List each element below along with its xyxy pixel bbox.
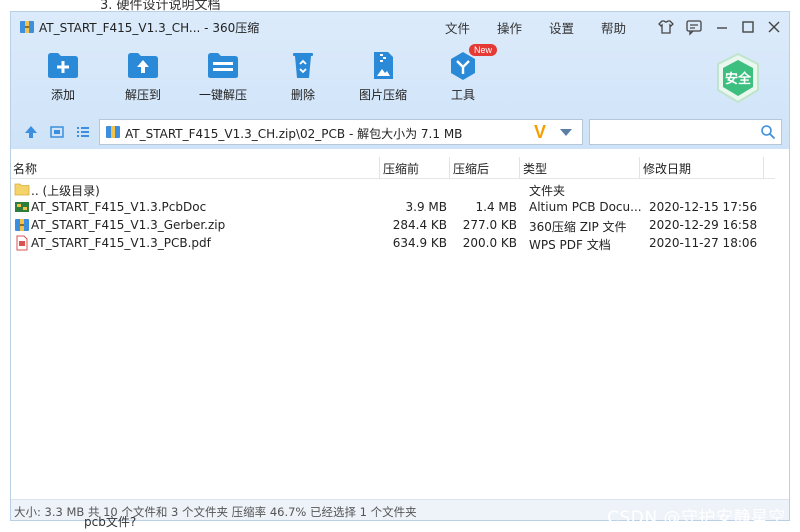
path-text: AT_START_F415_V1.3_CH.zip\02_PCB - 解包大小为… xyxy=(125,127,463,141)
file-type: Altium PCB Docu... xyxy=(529,200,642,214)
file-size-after: 1.4 MB xyxy=(475,200,517,214)
file-size-before: 284.4 KB xyxy=(392,218,447,232)
menu-help[interactable]: 帮助 xyxy=(601,18,626,37)
add-icon xyxy=(48,53,78,78)
main-toolbar: 添加 解压到 一键解压 删除 图片压缩 New 工具 安全 xyxy=(11,44,789,112)
file-date: 2020-12-29 16:58 xyxy=(649,218,758,232)
safe-label: 安全 xyxy=(725,71,752,87)
list-item[interactable]: AT_START_F415_V1.3_Gerber.zip 284.4 KB 2… xyxy=(11,216,789,234)
file-name: AT_START_F415_V1.3_Gerber.zip xyxy=(31,218,226,232)
column-header-row: 名称 压缩前 压缩后 类型 修改日期 xyxy=(11,157,789,179)
file-list: .. (上级目录) 文件夹 AT_START_F415_V1.3.PcbDoc … xyxy=(11,180,789,252)
path-field[interactable]: AT_START_F415_V1.3_CH.zip\02_PCB - 解包大小为… xyxy=(99,119,583,145)
one-click-extract-label: 一键解压 xyxy=(198,88,247,102)
menu-settings[interactable]: 设置 xyxy=(549,18,574,37)
new-badge: New xyxy=(469,44,498,56)
extract-to-label: 解压到 xyxy=(124,88,161,102)
file-type: 文件夹 xyxy=(529,184,566,198)
path-dropdown-icon[interactable] xyxy=(560,129,572,136)
search-icon[interactable] xyxy=(760,124,776,140)
file-size-before: 634.9 KB xyxy=(392,236,447,250)
column-divider[interactable] xyxy=(639,157,640,179)
zip-archive-icon xyxy=(106,126,120,138)
list-item[interactable]: AT_START_F415_V1.3_PCB.pdf 634.9 KB 200.… xyxy=(11,234,789,252)
window-title: AT_START_F415_V1.3_CH... - 360压缩 xyxy=(39,21,260,35)
file-size-after: 277.0 KB xyxy=(462,218,517,232)
extract-to-button[interactable]: 解压到 xyxy=(103,46,183,112)
file-size-before: 3.9 MB xyxy=(405,200,447,214)
pdf-file-icon xyxy=(16,235,28,251)
minimize-icon[interactable] xyxy=(713,18,731,36)
safe-shield-icon[interactable]: 安全 xyxy=(713,52,763,104)
file-type: WPS PDF 文档 xyxy=(529,238,611,252)
menu-operation[interactable]: 操作 xyxy=(497,18,522,37)
file-size-after: 200.0 KB xyxy=(462,236,517,250)
column-divider[interactable] xyxy=(519,157,520,179)
maximize-icon[interactable] xyxy=(739,18,757,36)
watermark: CSDN @守护安静星空 xyxy=(607,508,786,528)
column-modified[interactable]: 修改日期 xyxy=(643,160,691,177)
column-divider[interactable] xyxy=(763,157,764,179)
list-view-icon[interactable] xyxy=(75,124,91,140)
archive-window: AT_START_F415_V1.3_CH... - 360压缩 文件 操作 设… xyxy=(10,11,790,521)
thumbnail-view-icon[interactable] xyxy=(49,124,65,140)
file-date: 2020-12-15 17:56 xyxy=(649,200,758,214)
column-size-after[interactable]: 压缩后 xyxy=(453,160,489,177)
one-click-extract-button[interactable]: 一键解压 xyxy=(183,46,263,112)
column-type[interactable]: 类型 xyxy=(523,160,547,177)
menu-file[interactable]: 文件 xyxy=(445,18,470,37)
background-document-text: pcb文件? xyxy=(84,515,137,529)
search-input[interactable] xyxy=(589,119,782,145)
column-divider[interactable] xyxy=(449,157,450,179)
verified-icon[interactable]: V xyxy=(534,122,546,143)
add-label: 添加 xyxy=(50,88,75,102)
file-type: 360压缩 ZIP 文件 xyxy=(529,220,627,234)
pcb-file-icon xyxy=(15,202,29,212)
vertical-scrollbar[interactable] xyxy=(775,178,789,498)
column-size-before[interactable]: 压缩前 xyxy=(383,160,419,177)
file-name: AT_START_F415_V1.3_PCB.pdf xyxy=(31,236,211,250)
title-bar[interactable]: AT_START_F415_V1.3_CH... - 360压缩 文件 操作 设… xyxy=(11,12,789,42)
extract-to-icon xyxy=(128,53,158,78)
zip-file-icon xyxy=(15,219,29,231)
tools-label: 工具 xyxy=(450,88,475,102)
list-item-parent-folder[interactable]: .. (上级目录) 文件夹 xyxy=(11,180,789,198)
one-click-extract-icon xyxy=(208,53,238,78)
folder-icon xyxy=(14,183,30,196)
delete-label: 删除 xyxy=(290,88,315,102)
skin-icon[interactable] xyxy=(657,18,675,36)
file-name: AT_START_F415_V1.3.PcbDoc xyxy=(31,200,207,214)
image-compress-button[interactable]: 图片压缩 xyxy=(343,46,423,112)
tools-button[interactable]: New 工具 xyxy=(423,44,503,112)
column-divider[interactable] xyxy=(379,157,380,179)
up-arrow-icon[interactable] xyxy=(23,124,39,140)
image-compress-label: 图片压缩 xyxy=(358,88,407,102)
app-logo-icon xyxy=(20,21,34,33)
file-name: .. (上级目录) xyxy=(31,184,100,198)
list-item[interactable]: AT_START_F415_V1.3.PcbDoc 3.9 MB 1.4 MB … xyxy=(11,198,789,216)
column-name[interactable]: 名称 xyxy=(13,160,37,177)
address-bar: AT_START_F415_V1.3_CH.zip\02_PCB - 解包大小为… xyxy=(11,116,789,149)
close-icon[interactable] xyxy=(765,18,783,36)
delete-button[interactable]: 删除 xyxy=(263,46,343,112)
status-text: 大小: 3.3 MB 共 10 个文件和 3 个文件夹 压缩率 46.7% 已经… xyxy=(14,505,417,519)
feedback-icon[interactable] xyxy=(685,18,703,36)
recycle-bin-icon xyxy=(293,53,313,78)
window-chrome: AT_START_F415_V1.3_CH... - 360压缩 文件 操作 设… xyxy=(11,12,789,149)
file-date: 2020-11-27 18:06 xyxy=(649,236,758,250)
image-zip-icon xyxy=(374,52,393,79)
add-button[interactable]: 添加 xyxy=(23,46,103,112)
